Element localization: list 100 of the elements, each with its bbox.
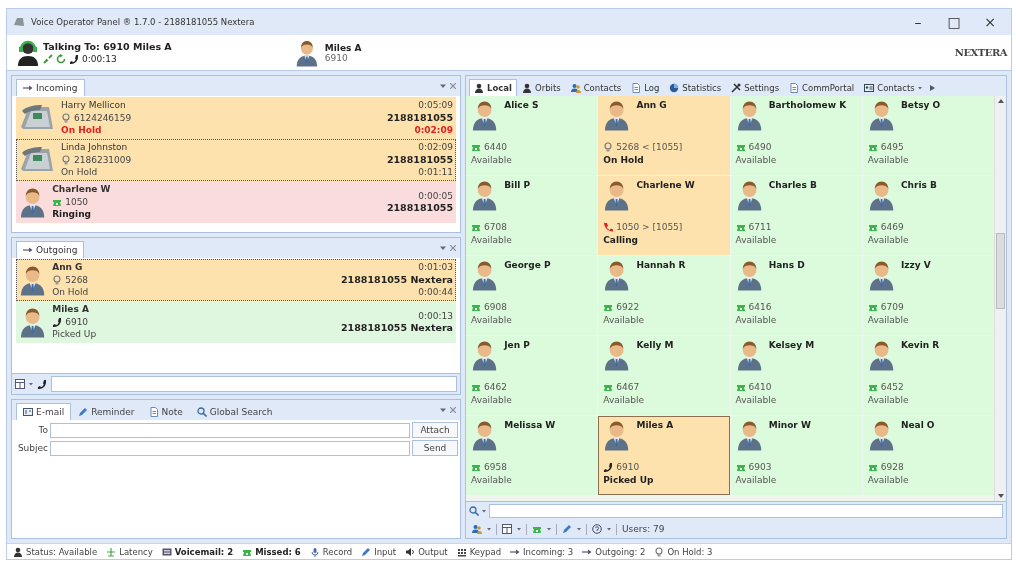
contact-status: Available — [867, 393, 910, 406]
avatar-icon — [735, 179, 763, 211]
close-icon[interactable] — [450, 407, 456, 413]
people-icon — [472, 524, 482, 534]
scroll-down-icon[interactable] — [997, 494, 1004, 498]
scrollbar-thumb[interactable] — [996, 233, 1005, 309]
panel-tab[interactable]: Outgoing — [16, 241, 85, 258]
contact-card[interactable]: Kelly M 6467 Available — [598, 336, 730, 415]
contact-card[interactable]: Bartholomew K 6490 Available — [730, 96, 862, 175]
caret-icon[interactable] — [482, 509, 486, 513]
refresh-icon — [56, 54, 66, 64]
minimize-button[interactable]: – — [903, 14, 933, 30]
contact-card[interactable]: Kelsey M 6410 Available — [730, 336, 862, 415]
panel-tab[interactable]: Global Search — [189, 403, 280, 420]
tab[interactable]: Contacts — [565, 79, 627, 96]
call-row[interactable]: Charlene W 1050 Ringing 0:00:05 2188181055 — [16, 181, 456, 223]
contact-extension: 6709 — [880, 301, 904, 314]
contact-card[interactable]: Charles B 6711 Available — [730, 176, 862, 255]
avatar-icon — [867, 99, 895, 131]
contact-card[interactable]: Alice S 6440 Available — [466, 96, 598, 175]
contact-card[interactable]: Neal O 6928 Available — [862, 416, 994, 495]
tab[interactable]: Local — [469, 79, 517, 96]
contact-card[interactable]: Ann G 5268 < [1055] On Hold — [598, 96, 730, 175]
action-button[interactable]: Send — [412, 440, 458, 456]
contact-extension: 5268 < [1055] — [616, 141, 683, 154]
avatar-icon — [603, 99, 631, 131]
contact-card[interactable]: Jen P 6462 Available — [466, 336, 598, 415]
field-label: Subjec — [16, 443, 48, 453]
avatar-icon — [603, 419, 631, 451]
panel-tab[interactable]: Reminder — [71, 403, 142, 420]
action-button[interactable]: Attach — [412, 422, 458, 438]
close-button[interactable]: × — [975, 14, 1005, 30]
panel-tab[interactable]: Note — [141, 403, 190, 420]
input-field[interactable] — [50, 440, 410, 456]
caret-icon[interactable] — [917, 86, 922, 90]
call-row[interactable]: Ann G 5268 On Hold 0:01:03 2188181055 Nextera 0:00:44 — [16, 259, 456, 301]
contact-card[interactable]: Bill P 6708 Available — [466, 176, 598, 255]
scroll-up-icon[interactable] — [997, 99, 1004, 103]
close-icon[interactable] — [450, 83, 456, 89]
tab[interactable]: Settings — [726, 79, 785, 96]
table-icon — [502, 524, 512, 534]
input-field[interactable] — [50, 422, 410, 438]
contact-status: Available — [735, 153, 778, 166]
tab[interactable]: CommPortal — [784, 79, 860, 96]
caret-icon[interactable] — [547, 527, 551, 531]
contact-extension: 6903 — [748, 461, 772, 474]
contact-card[interactable]: Minor W 6903 Available — [730, 416, 862, 495]
contact-extension: 6910 — [324, 52, 349, 63]
panel-menu-icon[interactable] — [440, 83, 446, 89]
call-row[interactable]: Linda Johnston 2186231009 On Hold 0:02:09 2188181055 0:01:11 — [16, 139, 456, 181]
contact-status: Available — [471, 473, 513, 486]
panel-menu-icon[interactable] — [440, 245, 446, 251]
status-item: Record — [322, 546, 353, 557]
contact-card[interactable]: Chris B 6469 Available — [862, 176, 994, 255]
avatar-icon — [735, 99, 763, 131]
maximize-button[interactable]: □ — [939, 14, 969, 30]
dial-field[interactable] — [51, 376, 457, 392]
tab[interactable]: Contacts — [859, 79, 927, 96]
caret-icon[interactable] — [607, 527, 611, 531]
caret-icon[interactable] — [517, 527, 521, 531]
call-row[interactable]: Harry Mellicon 6124246159 On Hold 0:05:09 2188181055 0:02:09 — [16, 97, 456, 139]
contact-card[interactable]: Hannah R 6922 Available — [598, 256, 730, 335]
call-status: On Hold — [61, 166, 99, 179]
tab[interactable]: Orbits — [516, 79, 566, 96]
caller-number: 6910 — [65, 315, 89, 329]
caret-icon[interactable] — [29, 382, 33, 386]
panel-tab[interactable]: Incoming — [16, 79, 85, 96]
contact-extension: 6440 — [484, 141, 507, 154]
tab[interactable]: Statistics — [664, 79, 727, 96]
contact-card[interactable]: Kevin R 6452 Available — [862, 336, 994, 415]
desk-phone-icon — [471, 142, 481, 153]
tab[interactable]: Log — [626, 79, 665, 96]
contact-extension: 6469 — [880, 221, 904, 234]
contact-card[interactable]: Hans D 6416 Available — [730, 256, 862, 335]
contact-card[interactable]: George P 6908 Available — [466, 256, 598, 335]
panel-menu-icon[interactable] — [440, 407, 446, 413]
avatar-icon — [867, 339, 895, 371]
contact-extension: 6410 — [748, 381, 772, 394]
desk-phone-icon — [735, 462, 746, 473]
contact-status: Available — [735, 233, 778, 246]
contact-name: Chris B — [900, 179, 937, 192]
close-icon[interactable] — [450, 245, 456, 251]
person-icon — [521, 83, 532, 93]
caller-number: 5268 — [65, 273, 89, 287]
person-icon — [474, 83, 484, 93]
panel-tab[interactable]: E-mail — [16, 403, 72, 420]
avatar-icon — [19, 264, 47, 296]
contact-status: Available — [471, 153, 513, 166]
contact-card[interactable]: Izzy V 6709 Available — [862, 256, 994, 335]
contact-card[interactable]: Miles A 6910 Picked Up — [598, 416, 730, 495]
search-field[interactable] — [489, 504, 1003, 518]
contact-card[interactable]: Charlene W 1050 > [1055] Calling — [598, 176, 730, 255]
caret-icon[interactable] — [577, 527, 581, 531]
scroll-right-icon[interactable] — [929, 85, 935, 91]
call-row[interactable]: Miles A 6910 Picked Up 0:00:13 2188181055 Nextera — [16, 301, 456, 343]
contact-status: Available — [867, 233, 910, 246]
tools-icon — [731, 83, 742, 93]
contact-card[interactable]: Melissa W 6958 Available — [466, 416, 598, 495]
caret-icon[interactable] — [487, 527, 491, 531]
contact-card[interactable]: Betsy O 6495 Available — [862, 96, 994, 175]
